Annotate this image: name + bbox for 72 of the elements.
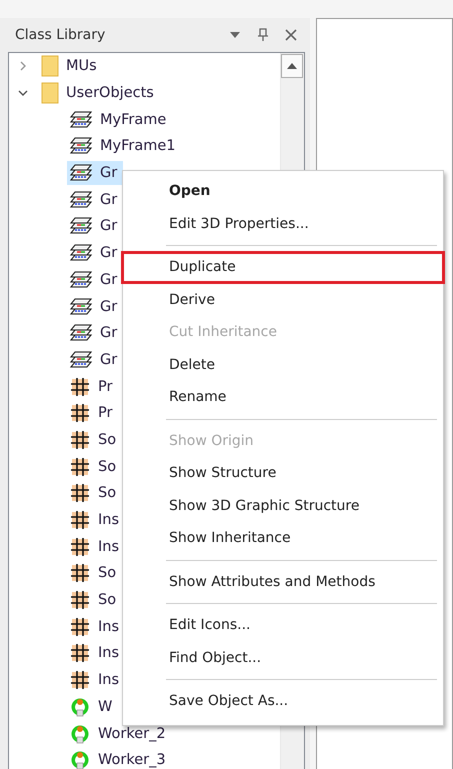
up-arrow-icon (287, 63, 297, 69)
dropdown-icon[interactable] (229, 31, 241, 39)
hash-icon (69, 536, 91, 557)
hash-icon (69, 643, 91, 664)
tree-item[interactable]: Pr (67, 374, 118, 399)
close-icon[interactable] (285, 29, 297, 41)
hash-icon (69, 590, 91, 610)
tree-item[interactable]: Gr (67, 268, 124, 292)
hash-icon (69, 430, 91, 450)
scroll-up-button[interactable] (281, 54, 303, 78)
tree-item[interactable]: Gr (67, 214, 124, 238)
hash-icon (69, 616, 91, 637)
menu-item[interactable]: Delete (123, 348, 443, 381)
tree-item[interactable]: W (67, 694, 118, 719)
hash-icon (69, 456, 91, 477)
hash-icon (69, 403, 91, 424)
tree-item[interactable]: MyFrame1 (67, 134, 182, 158)
menu-item[interactable]: Show Inheritance (123, 522, 443, 554)
menu-item[interactable]: Show 3D Graphic Structure (123, 490, 443, 522)
menu-item[interactable]: Edit 3D Properties... (123, 208, 443, 240)
tree-item[interactable]: So (67, 561, 122, 586)
tree-item[interactable]: UserObjects (39, 81, 160, 106)
panel-title: Class Library (15, 27, 106, 43)
tree-item[interactable]: Gr (67, 188, 124, 212)
tree-item[interactable]: Worker_2 (67, 722, 172, 746)
tree-item[interactable]: Gr (67, 241, 124, 266)
tree-item[interactable]: Pr (67, 401, 118, 426)
tree-item[interactable]: MUs (39, 54, 103, 78)
layers-icon (69, 350, 93, 370)
tree-item[interactable]: Ins (67, 508, 126, 532)
hash-icon (69, 563, 91, 584)
tree-item[interactable]: Gr (67, 348, 124, 372)
tree-item[interactable]: Worker_3 (67, 748, 172, 769)
hash-icon (69, 483, 91, 504)
layers-icon (69, 296, 93, 317)
layers-icon (69, 270, 93, 290)
tree-item[interactable]: MyFrame (67, 108, 172, 132)
menu-item[interactable]: Show Structure (123, 457, 443, 490)
layers-icon (69, 190, 93, 210)
tree-item[interactable]: Ins (67, 614, 126, 639)
layers-icon (69, 243, 93, 264)
menu-item[interactable]: Open (123, 175, 443, 208)
tree-item[interactable]: So (67, 428, 122, 452)
layers-icon (69, 323, 93, 344)
layers-icon (69, 163, 93, 184)
tree-item[interactable]: So (67, 454, 122, 479)
layers-icon (69, 136, 93, 156)
layers-icon (69, 110, 93, 130)
layers-icon (69, 216, 93, 236)
menu-item[interactable]: Find Object... (123, 642, 443, 674)
menu-item[interactable]: Show Attributes and Methods (123, 566, 443, 598)
tree-item[interactable]: Ins (67, 641, 126, 666)
menu-item[interactable]: Derive (123, 284, 443, 316)
folder-icon (41, 55, 59, 78)
menu-item[interactable]: Rename (123, 381, 443, 414)
pin-icon[interactable] (257, 28, 269, 42)
folder-icon (41, 82, 59, 104)
menu-item[interactable]: Edit Icons... (123, 609, 443, 642)
tree-item[interactable]: Ins (67, 668, 126, 692)
tree-item[interactable]: Gr (67, 294, 124, 319)
tree-item[interactable]: Gr (67, 161, 124, 186)
tree-item[interactable]: So (67, 588, 122, 612)
worker-icon (69, 696, 91, 717)
tree-item[interactable]: So (67, 481, 122, 506)
tree-item[interactable]: Gr (67, 321, 124, 346)
hash-icon (69, 670, 91, 690)
worker-icon (69, 724, 91, 744)
hash-icon (69, 376, 91, 397)
hash-icon (69, 510, 91, 530)
menu-item[interactable]: Duplicate (121, 251, 445, 284)
menu-item[interactable]: Save Object As... (123, 685, 443, 718)
tree-item[interactable]: Ins (67, 534, 126, 559)
